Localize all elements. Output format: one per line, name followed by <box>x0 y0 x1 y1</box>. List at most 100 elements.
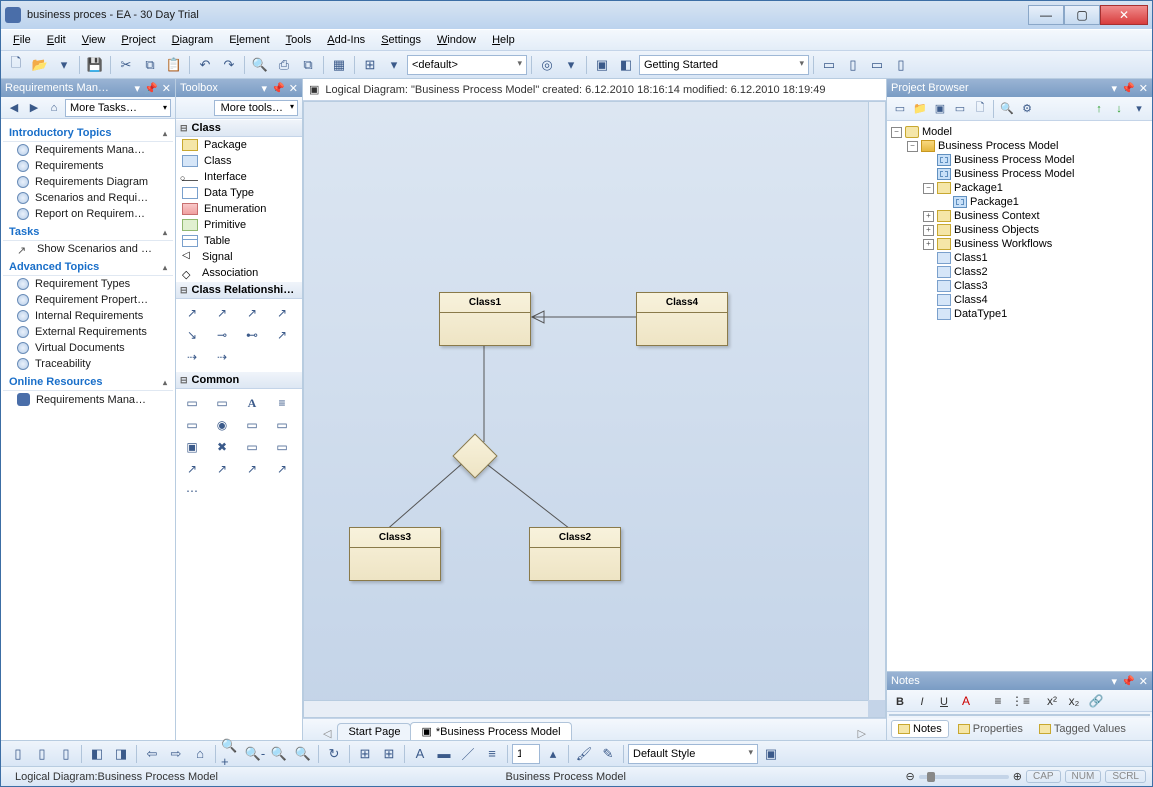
menu-tools[interactable]: Tools <box>280 32 318 48</box>
more-tasks-combo[interactable]: More Tasks… <box>65 99 171 117</box>
intro-item[interactable]: Requirements Mana… <box>3 142 173 158</box>
panel1-icon[interactable]: ▭ <box>818 54 840 76</box>
close-button[interactable]: ✕ <box>1100 5 1148 25</box>
zoom-slider[interactable] <box>919 775 1009 779</box>
pb-pkg-icon[interactable]: 📁 <box>911 100 929 118</box>
tab-nav-right[interactable]: ▷ <box>858 727 866 740</box>
common-tool[interactable]: ⋯ <box>182 483 202 499</box>
tree-class4[interactable]: Class4 <box>889 293 1150 307</box>
auto-hide-icon[interactable]: 📌 <box>271 82 285 95</box>
align-c-icon[interactable]: ▯ <box>31 743 53 765</box>
close-panel-icon[interactable]: ✕ <box>1139 675 1148 688</box>
rel-tool[interactable]: ⇢ <box>212 349 232 365</box>
tab-bpm[interactable]: ▣*Business Process Model <box>410 722 571 740</box>
tree-pkg1[interactable]: −Package1 <box>889 181 1150 195</box>
close-panel-icon[interactable]: ✕ <box>162 82 171 95</box>
link-icon[interactable]: 🔗 <box>1087 694 1105 708</box>
menu-help[interactable]: Help <box>486 32 521 48</box>
tree-model[interactable]: −Model <box>889 125 1150 139</box>
new-icon[interactable]: 🗋 <box>5 54 27 76</box>
common-tool[interactable]: ▭ <box>242 439 262 455</box>
tool-interface[interactable]: Interface <box>176 169 302 185</box>
minimize-button[interactable]: — <box>1028 5 1064 25</box>
align-r-icon[interactable]: ▯ <box>55 743 77 765</box>
common-tool[interactable]: ↗ <box>212 461 232 477</box>
rel-tool[interactable]: ↗ <box>182 305 202 321</box>
pin-icon[interactable]: ▾ <box>1112 82 1118 95</box>
save-icon[interactable]: 💾 <box>84 54 106 76</box>
pb-search-icon[interactable]: 🔍 <box>998 100 1016 118</box>
toolbox-group-class[interactable]: Class <box>176 119 302 137</box>
common-tool[interactable]: ▭ <box>212 395 232 411</box>
tab-nav-left[interactable]: ◁ <box>323 727 331 740</box>
decision-node[interactable] <box>452 433 497 478</box>
tab-start-page[interactable]: Start Page <box>337 723 411 740</box>
getting-started-combo[interactable]: Getting Started <box>639 55 809 75</box>
tree-bpm-diag2[interactable]: Business Process Model <box>889 167 1150 181</box>
adv-item[interactable]: Traceability <box>3 356 173 372</box>
zoom-fit-icon[interactable]: 🔍 <box>268 743 290 765</box>
common-tool[interactable]: ≡ <box>272 395 292 411</box>
tab-properties[interactable]: Properties <box>951 720 1030 738</box>
default-combo[interactable]: <default> <box>407 55 527 75</box>
auto-hide-icon[interactable]: 📌 <box>144 82 158 95</box>
close-panel-icon[interactable]: ✕ <box>1139 82 1148 95</box>
rel-tool[interactable]: ↘ <box>182 327 202 343</box>
zoom-out-status[interactable]: ⊖ <box>906 770 915 783</box>
tree-class1[interactable]: Class1 <box>889 251 1150 265</box>
toolbox-header[interactable]: Toolbox ▾📌✕ <box>176 79 302 97</box>
section-online[interactable]: Online Resources <box>3 372 173 391</box>
toolbox-group-rel[interactable]: Class Relationshi… <box>176 281 302 299</box>
underline-icon[interactable]: U <box>935 694 953 708</box>
pin-icon[interactable]: ▾ <box>1112 675 1118 688</box>
panel4-icon[interactable]: ▯ <box>890 54 912 76</box>
rel-tool[interactable]: ↗ <box>272 327 292 343</box>
section-intro[interactable]: Introductory Topics <box>3 123 173 142</box>
width-icon[interactable]: ≡ <box>481 743 503 765</box>
nav-fwd-icon[interactable]: ⇨ <box>165 743 187 765</box>
section-tasks[interactable]: Tasks <box>3 222 173 241</box>
menu-window[interactable]: Window <box>431 32 482 48</box>
apply-style-icon[interactable]: ▣ <box>760 743 782 765</box>
dropdown-icon[interactable]: ▾ <box>53 54 75 76</box>
style-combo[interactable]: Default Style <box>628 744 758 764</box>
cut-icon[interactable]: ✂ <box>115 54 137 76</box>
list-bullet-icon[interactable]: ⋮≡ <box>1011 694 1029 708</box>
rel-tool[interactable]: ⊸ <box>212 327 232 343</box>
section-advanced[interactable]: Advanced Topics <box>3 257 173 276</box>
common-tool[interactable]: ▭ <box>182 395 202 411</box>
tree-bpm-diag1[interactable]: Business Process Model <box>889 153 1150 167</box>
common-tool[interactable]: ▣ <box>182 439 202 455</box>
layout2-icon[interactable]: ⊞ <box>378 743 400 765</box>
intro-item[interactable]: Scenarios and Requi… <box>3 190 173 206</box>
menu-view[interactable]: View <box>76 32 112 48</box>
nav-back-icon[interactable]: ⇦ <box>141 743 163 765</box>
italic-icon[interactable]: I <box>913 694 931 708</box>
tool-association[interactable]: Association <box>176 265 302 281</box>
tool-signal[interactable]: Signal <box>176 249 302 265</box>
class2-box[interactable]: Class2 <box>529 527 621 581</box>
menu-edit[interactable]: Edit <box>41 32 72 48</box>
tree-bpm[interactable]: −Business Process Model <box>889 139 1150 153</box>
pb-menu-icon[interactable]: ▾ <box>1130 100 1148 118</box>
home-icon[interactable]: ⌂ <box>45 99 63 117</box>
diagram-icon[interactable]: ▣ <box>591 54 613 76</box>
line-icon[interactable]: ／ <box>457 743 479 765</box>
list-num-icon[interactable]: ≡ <box>989 694 1007 708</box>
menu-addins[interactable]: Add-Ins <box>321 32 371 48</box>
sub-icon[interactable]: x₂ <box>1065 694 1083 708</box>
common-tool[interactable]: ▭ <box>272 417 292 433</box>
color-icon[interactable]: A <box>957 694 975 708</box>
dd3-icon[interactable]: ▾ <box>560 54 582 76</box>
zoom-in-icon[interactable]: 🔍+ <box>220 743 242 765</box>
common-tool[interactable]: ◉ <box>212 417 232 433</box>
rel-tool[interactable]: ↗ <box>242 305 262 321</box>
dd2-icon[interactable]: ▾ <box>383 54 405 76</box>
tool-class[interactable]: Class <box>176 153 302 169</box>
adv-item[interactable]: Requirement Propert… <box>3 292 173 308</box>
sup-icon[interactable]: x² <box>1043 694 1061 708</box>
pb-diag-icon[interactable]: ▣ <box>931 100 949 118</box>
notes-header[interactable]: Notes ▾📌✕ <box>887 672 1152 690</box>
tool-package[interactable]: Package <box>176 137 302 153</box>
layer-spin[interactable] <box>512 744 540 764</box>
